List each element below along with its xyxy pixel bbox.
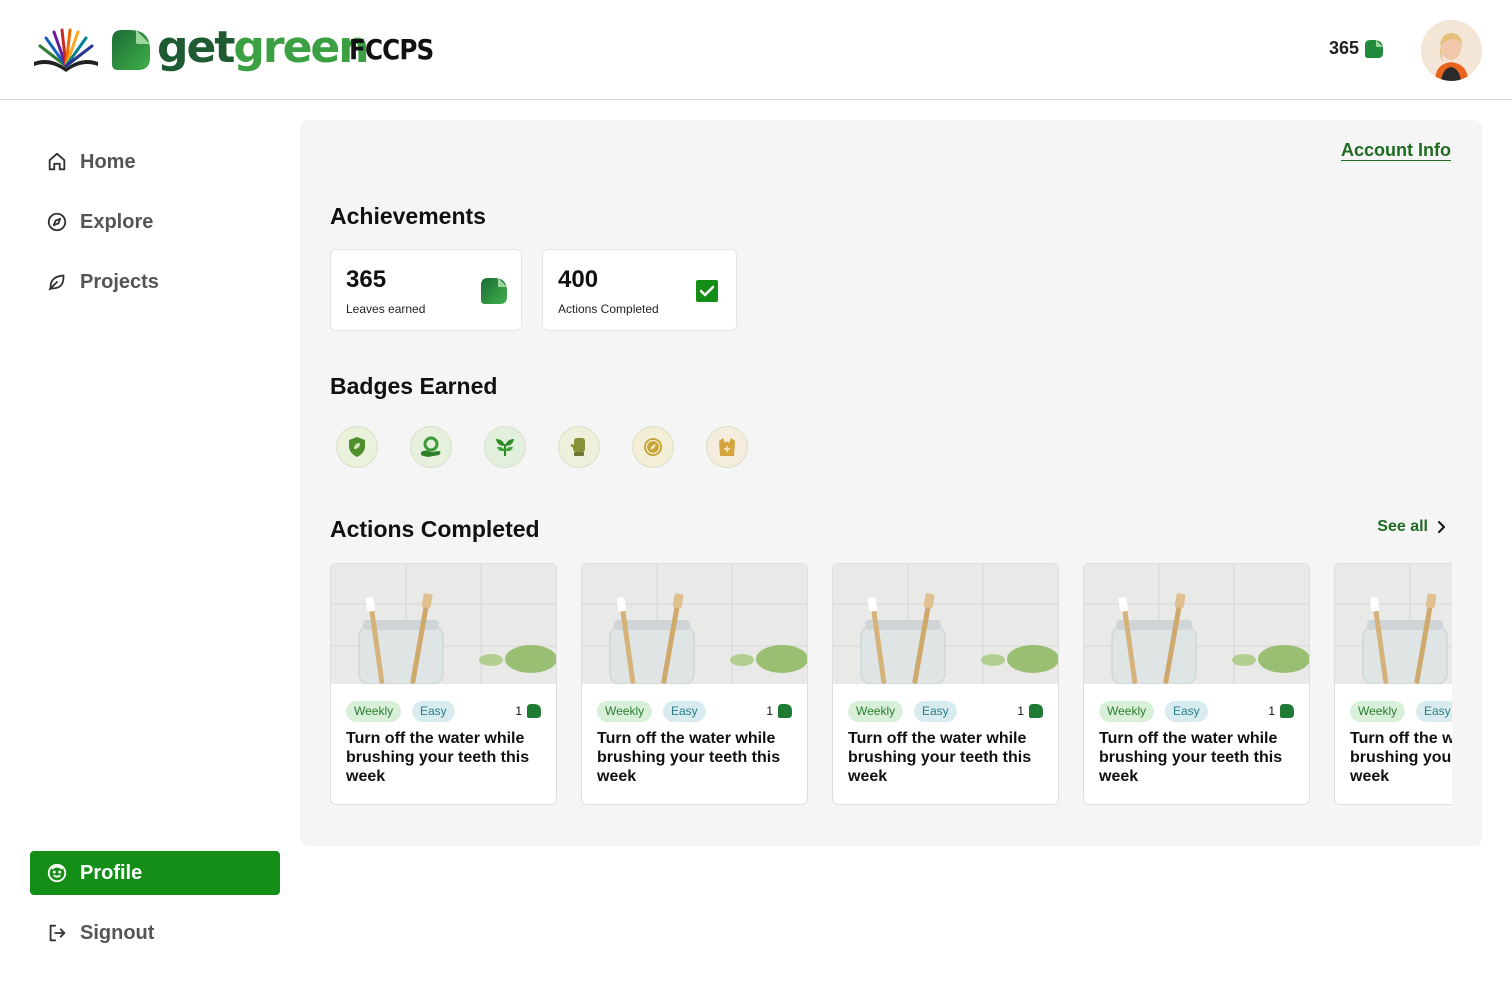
sidebar-item-label: Signout [80, 921, 155, 944]
leaf-logo-icon [112, 30, 150, 70]
book-logo-icon [34, 28, 98, 72]
frequency-tag: Weekly [1099, 701, 1155, 722]
card-leaves-count: 1 [515, 704, 522, 718]
action-title: Turn off the water while brushing your t… [346, 730, 530, 785]
sidebar-item-label: Projects [80, 270, 159, 293]
compass-icon [47, 212, 67, 232]
frequency-tag: Weekly [848, 701, 904, 722]
action-title: Turn off the water while brushing your t… [597, 730, 781, 785]
actions-carousel[interactable]: Weekly Easy 1 Turn off the water while b… [330, 563, 1452, 806]
action-card[interactable]: Weekly Easy 1 Turn off the water while b… [1083, 563, 1310, 805]
difficulty-tag: Easy [412, 701, 455, 722]
leaf-icon [778, 704, 792, 718]
badges-title: Badges Earned [330, 373, 498, 399]
checkbox-icon [696, 280, 718, 302]
difficulty-tag: Easy [1416, 701, 1452, 722]
sidebar-item-home[interactable]: Home [30, 140, 280, 184]
frequency-tag: Weekly [1350, 701, 1406, 722]
stat-value: 400 [558, 266, 599, 293]
vest-badge-icon [719, 438, 735, 456]
frequency-tag: Weekly [597, 701, 653, 722]
brand-wordmark: getgreen [157, 20, 370, 76]
action-title: Turn off the water while brushing your t… [848, 730, 1032, 785]
action-title: Turn off the water while brushing your t… [1350, 730, 1452, 785]
leaf-icon [527, 704, 541, 718]
badge-vest[interactable] [706, 426, 748, 468]
action-card[interactable]: Weekly Easy 1 Turn off the water while b… [581, 563, 808, 805]
toothbrush-photo-icon [1335, 564, 1452, 684]
achievements-title: Achievements [330, 203, 486, 229]
toothbrush-photo-icon [1084, 564, 1309, 684]
action-title: Turn off the water while brushing your t… [1099, 730, 1283, 785]
action-card[interactable]: Weekly Easy 1 Turn off the water while b… [1334, 563, 1452, 805]
brand-green: green [233, 22, 369, 73]
card-leaves-count: 1 [1017, 704, 1024, 718]
leaf-icon [1029, 704, 1043, 718]
brand-org: FCCPS [349, 33, 434, 66]
stat-label: Leaves earned [346, 302, 426, 316]
stat-card-actions: 400 Actions Completed [542, 249, 737, 331]
badge-sprout[interactable] [484, 426, 526, 468]
sidebar-item-label: Explore [80, 210, 154, 233]
leaves-counter: 365 [1329, 38, 1385, 59]
user-photo-icon [1421, 20, 1482, 81]
badge-glove[interactable] [558, 426, 600, 468]
card-leaves-count: 1 [1268, 704, 1275, 718]
sidebar-item-label: Home [80, 150, 136, 173]
badge-recycle[interactable] [410, 426, 452, 468]
action-card[interactable]: Weekly Easy 1 Turn off the water while b… [330, 563, 557, 805]
card-leaves-count: 1 [766, 704, 773, 718]
leaf-icon [481, 278, 507, 304]
compass-badge-icon [644, 438, 662, 456]
brand-get: get [157, 22, 235, 73]
difficulty-tag: Easy [914, 701, 957, 722]
recycle-hand-badge-icon [421, 436, 441, 457]
card-leaves: 1 [515, 703, 542, 719]
avatar[interactable] [1421, 20, 1482, 81]
toothbrush-photo-icon [833, 564, 1058, 684]
toothbrush-photo-icon [331, 564, 556, 684]
badge-shield[interactable] [336, 426, 378, 468]
badge-compass[interactable] [632, 426, 674, 468]
app-header: getgreen FCCPS 365 [0, 0, 1512, 100]
leaf-outline-icon [48, 274, 65, 291]
stat-value: 365 [346, 266, 387, 293]
leaves-count: 365 [1329, 38, 1360, 58]
sidebar-item-signout[interactable]: Signout [30, 911, 280, 955]
card-leaves: 1 [766, 703, 793, 719]
signout-icon [49, 924, 66, 942]
toothbrush-photo-icon [582, 564, 807, 684]
profile-face-icon [47, 863, 67, 883]
home-icon [48, 152, 66, 171]
stat-card-leaves: 365 Leaves earned [330, 249, 522, 331]
sidebar-item-profile[interactable]: Profile [30, 851, 280, 895]
see-all-label: See all [1377, 518, 1428, 535]
card-leaves: 1 [1268, 703, 1295, 719]
action-card[interactable]: Weekly Easy 1 Turn off the water while b… [832, 563, 1059, 805]
difficulty-tag: Easy [1165, 701, 1208, 722]
account-info-link[interactable]: Account Info [1341, 140, 1451, 161]
sidebar-item-explore[interactable]: Explore [30, 200, 280, 244]
glove-badge-icon [570, 438, 585, 456]
sidebar-item-projects[interactable]: Projects [30, 260, 280, 304]
leaf-icon [1280, 704, 1294, 718]
actions-completed-title: Actions Completed [330, 516, 540, 542]
profile-panel: Account Info Achievements 365 Leaves ear… [300, 120, 1482, 846]
card-leaves: 1 [1017, 703, 1044, 719]
leaf-icon [1365, 39, 1384, 58]
frequency-tag: Weekly [346, 701, 402, 722]
shield-badge-icon [349, 437, 365, 457]
chevron-right-icon [1438, 521, 1445, 533]
see-all-link[interactable]: See all [1377, 518, 1446, 536]
stat-label: Actions Completed [558, 302, 659, 316]
difficulty-tag: Easy [663, 701, 706, 722]
sprout-badge-icon [496, 439, 514, 456]
sidebar-item-label: Profile [80, 861, 143, 884]
